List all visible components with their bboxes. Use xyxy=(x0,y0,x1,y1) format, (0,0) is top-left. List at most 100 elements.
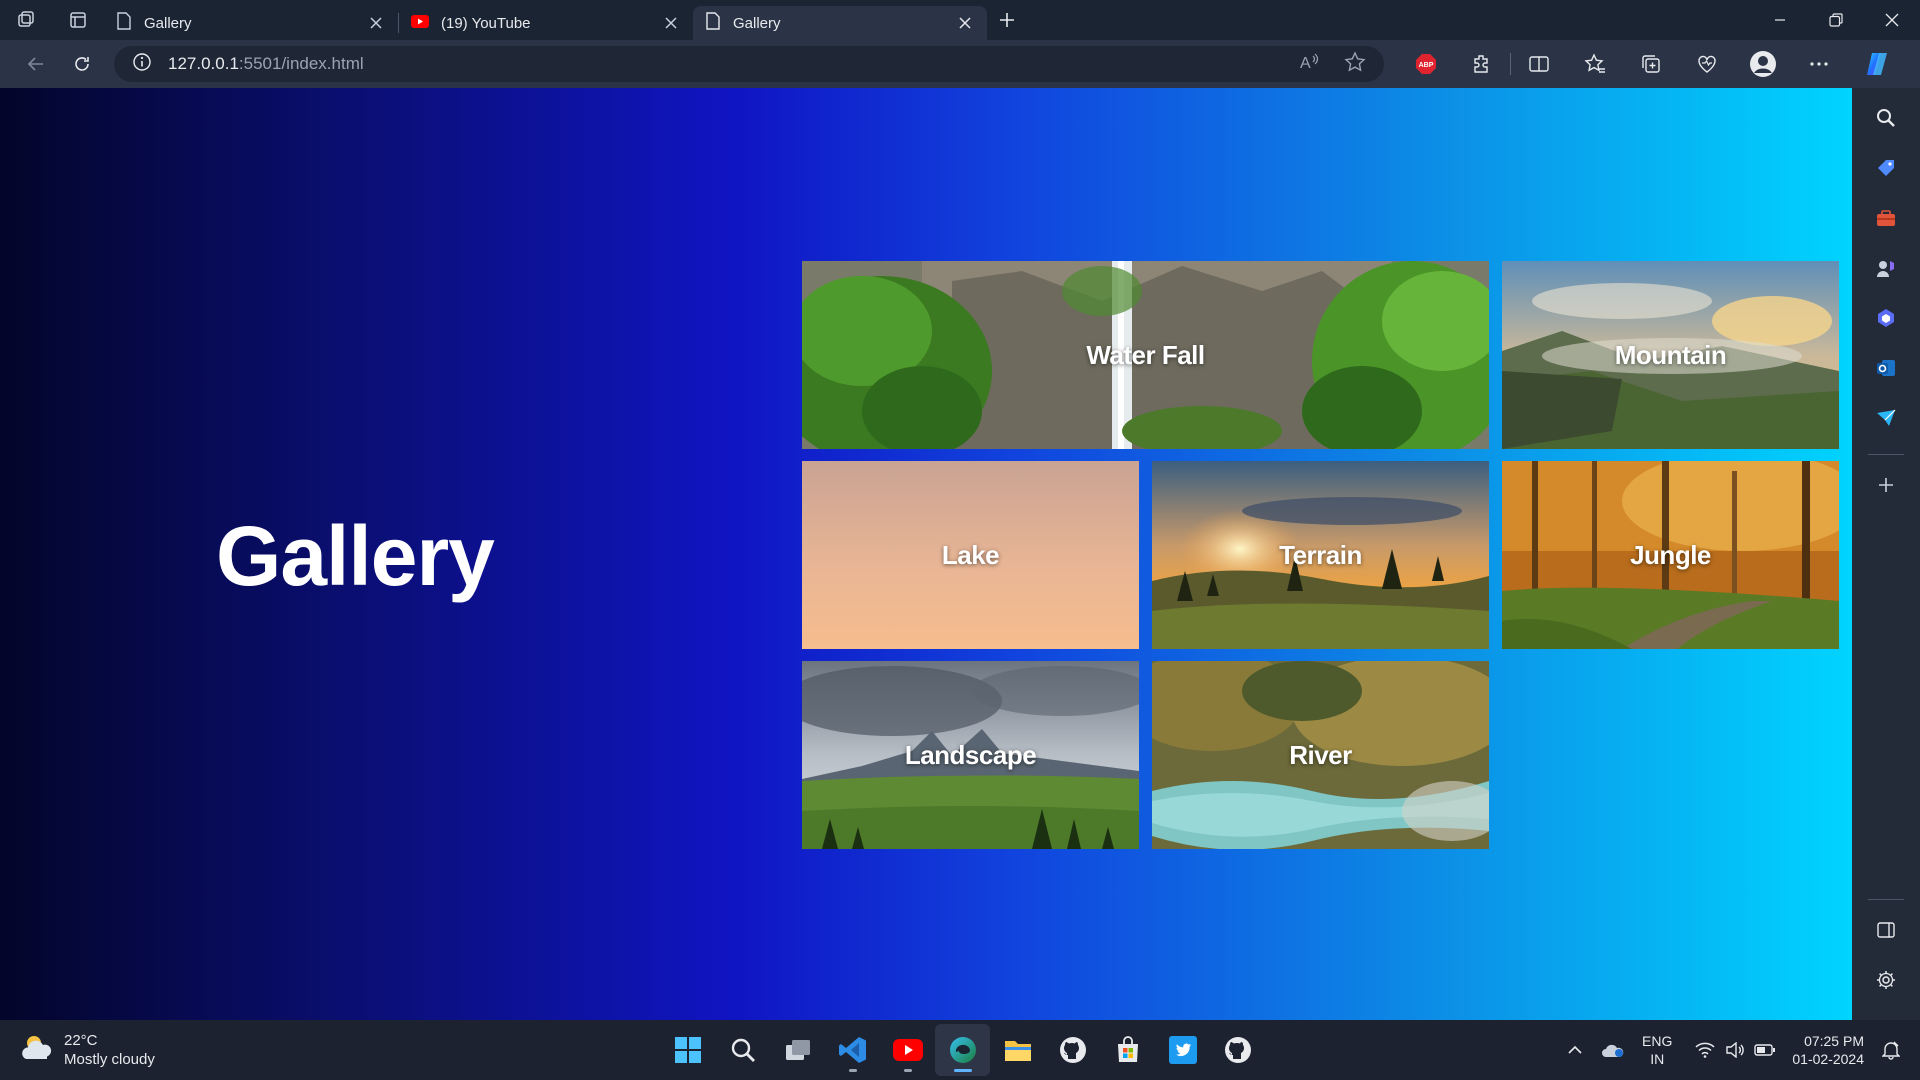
read-aloud-icon[interactable]: A xyxy=(1300,52,1322,77)
gallery-card-mountain[interactable]: Mountain xyxy=(1502,261,1839,449)
add-icon[interactable] xyxy=(1864,463,1908,507)
weather-widget[interactable]: 22°C Mostly cloudy xyxy=(20,1031,155,1069)
workspaces-icon[interactable] xyxy=(0,0,52,40)
copilot-icon[interactable] xyxy=(1847,44,1907,84)
page-viewport: Gallery Water Fall Mountain Lake Terrain… xyxy=(0,88,1852,1020)
wifi-icon[interactable] xyxy=(1690,1030,1720,1070)
vscode-icon[interactable] xyxy=(825,1024,880,1076)
close-window-icon[interactable] xyxy=(1864,0,1920,40)
start-windows-icon[interactable] xyxy=(660,1024,715,1076)
window-controls xyxy=(1752,0,1920,40)
new-tab-button[interactable] xyxy=(987,0,1027,40)
address-bar[interactable]: 127.0.0.1:5501/index.html A xyxy=(114,46,1384,82)
close-icon[interactable] xyxy=(661,13,681,33)
url-path: :5501/index.html xyxy=(238,54,364,73)
page-title: Gallery xyxy=(216,509,495,603)
gallery-card-landscape[interactable]: Landscape xyxy=(802,661,1139,849)
gallery-card-river[interactable]: River xyxy=(1152,661,1489,849)
svg-text:A: A xyxy=(1300,55,1311,72)
edge-browser-icon[interactable] xyxy=(935,1024,990,1076)
favorites-icon[interactable] xyxy=(1567,44,1623,84)
browser-essentials-icon[interactable] xyxy=(1679,44,1735,84)
send-icon[interactable] xyxy=(1864,396,1908,440)
search-taskbar-icon[interactable] xyxy=(715,1024,770,1076)
svg-text:ABP: ABP xyxy=(1419,62,1434,69)
url-host: 127.0.0.1 xyxy=(168,54,239,73)
minimize-icon[interactable] xyxy=(1752,0,1808,40)
hide-sidebar-icon[interactable] xyxy=(1864,908,1908,952)
tools-icon[interactable] xyxy=(1864,196,1908,240)
site-info-icon[interactable] xyxy=(132,52,152,77)
github-desktop-icon[interactable] xyxy=(1210,1024,1265,1076)
language-region: IN xyxy=(1650,1051,1665,1067)
task-view-icon[interactable] xyxy=(770,1024,825,1076)
running-indicator xyxy=(953,1069,972,1072)
gallery-card-jungle[interactable]: Jungle xyxy=(1502,461,1839,649)
weather-condition: Mostly cloudy xyxy=(64,1051,155,1068)
sidebar-divider xyxy=(1868,899,1904,900)
taskbar-apps xyxy=(660,1020,1265,1080)
profile-avatar-icon[interactable] xyxy=(1735,44,1791,84)
tab-youtube[interactable]: (19) YouTube xyxy=(399,6,693,40)
file-explorer-icon[interactable] xyxy=(990,1024,1045,1076)
games-icon[interactable] xyxy=(1864,246,1908,290)
adblock-icon[interactable]: ABP xyxy=(1398,44,1454,84)
tab-strip: Gallery (19) YouTube Gallery xyxy=(0,0,1920,40)
onedrive-icon[interactable] xyxy=(1598,1030,1628,1070)
running-indicator xyxy=(903,1069,912,1072)
gallery-card-lake[interactable]: Lake xyxy=(802,461,1139,649)
browser-toolbar: 127.0.0.1:5501/index.html A ABP xyxy=(0,40,1920,88)
card-label: Landscape xyxy=(904,739,1037,770)
sidebar-divider xyxy=(1868,454,1904,455)
page-icon xyxy=(705,12,721,34)
gallery-card-terrain[interactable]: Terrain xyxy=(1152,461,1489,649)
chevron-up-icon[interactable] xyxy=(1560,1030,1590,1070)
microsoft-store-icon[interactable] xyxy=(1100,1024,1155,1076)
toolbar-icons: ABP xyxy=(1398,44,1907,84)
search-icon[interactable] xyxy=(1864,96,1908,140)
favorite-star-icon[interactable] xyxy=(1344,50,1366,78)
language-code: ENG xyxy=(1642,1033,1673,1049)
card-label: Lake xyxy=(941,539,1000,570)
notification-bell-icon[interactable] xyxy=(1876,1030,1906,1070)
close-icon[interactable] xyxy=(366,13,386,33)
card-label: River xyxy=(1289,739,1352,770)
system-clock[interactable]: 07:25 PM 01-02-2024 xyxy=(1792,1032,1864,1068)
collections-icon[interactable] xyxy=(1623,44,1679,84)
restore-icon[interactable] xyxy=(1808,0,1864,40)
card-label: Terrain xyxy=(1279,539,1362,570)
card-label: Jungle xyxy=(1630,539,1711,570)
twitter-icon[interactable] xyxy=(1155,1024,1210,1076)
more-menu-icon[interactable] xyxy=(1791,44,1847,84)
back-arrow-icon[interactable] xyxy=(14,46,58,82)
tab-title: (19) YouTube xyxy=(441,14,531,32)
split-screen-icon[interactable] xyxy=(1511,44,1567,84)
tab-gallery-1[interactable]: Gallery xyxy=(104,6,398,40)
github-icon[interactable] xyxy=(1045,1024,1100,1076)
clock-date: 01-02-2024 xyxy=(1792,1051,1864,1067)
copilot-sidebar-icon[interactable] xyxy=(1864,296,1908,340)
extensions-icon[interactable] xyxy=(1454,44,1510,84)
cloudy-weather-icon xyxy=(20,1033,54,1068)
edge-sidebar xyxy=(1852,88,1920,1020)
sidebar-bottom xyxy=(1864,891,1908,1008)
weather-temperature: 22°C xyxy=(64,1032,98,1049)
system-tray: ENG IN 07:25 PM 01-02-2024 xyxy=(1560,1020,1920,1080)
clock-time: 07:25 PM xyxy=(1804,1033,1864,1049)
shopping-tag-icon[interactable] xyxy=(1864,146,1908,190)
battery-icon[interactable] xyxy=(1750,1030,1780,1070)
tab-actions-icon[interactable] xyxy=(52,0,104,40)
close-icon[interactable] xyxy=(955,13,975,33)
settings-gear-icon[interactable] xyxy=(1864,958,1908,1002)
youtube-taskbar-icon[interactable] xyxy=(880,1024,935,1076)
refresh-icon[interactable] xyxy=(60,46,104,82)
card-label: Mountain xyxy=(1614,339,1727,370)
language-indicator[interactable]: ENG IN xyxy=(1642,1032,1672,1068)
tab-title: Gallery xyxy=(144,14,192,32)
gallery-card-waterfall[interactable]: Water Fall xyxy=(802,261,1489,449)
outlook-icon[interactable] xyxy=(1864,346,1908,390)
running-indicator xyxy=(848,1069,857,1072)
tab-gallery-active[interactable]: Gallery xyxy=(693,6,987,40)
volume-icon[interactable] xyxy=(1720,1030,1750,1070)
card-label: Water Fall xyxy=(1086,339,1205,370)
